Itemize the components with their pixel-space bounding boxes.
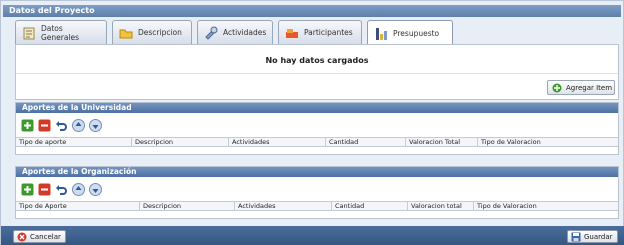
add-item-button[interactable]: Agregar Item bbox=[547, 80, 615, 95]
column-header: Tipo de Valoracion bbox=[477, 202, 537, 210]
column-header: Actividades bbox=[229, 138, 326, 146]
tab-participantes[interactable]: Participantes bbox=[278, 20, 362, 44]
cancel-button[interactable]: Cancelar bbox=[13, 230, 66, 243]
tab-actividades[interactable]: Actividades bbox=[197, 20, 273, 44]
tab-bar: Datos Generales Descripcion Actividades … bbox=[15, 20, 458, 46]
undo-icon[interactable] bbox=[54, 118, 68, 132]
section-toolbar bbox=[16, 177, 618, 201]
section-aportes-organizacion: Aportes de la Organización Tipo de Aport… bbox=[15, 166, 619, 219]
delete-row-icon[interactable] bbox=[37, 182, 51, 196]
save-icon bbox=[571, 232, 581, 241]
tab-label: Presupuesto bbox=[393, 29, 440, 38]
undo-icon[interactable] bbox=[54, 182, 68, 196]
tab-presupuesto[interactable]: Presupuesto bbox=[367, 20, 453, 46]
move-down-icon[interactable] bbox=[88, 182, 102, 196]
column-header: Valoracion total bbox=[408, 202, 474, 210]
save-label: Guardar bbox=[584, 232, 613, 241]
tab-label: Actividades bbox=[223, 28, 267, 37]
tab-descripcion[interactable]: Descripcion bbox=[112, 20, 192, 44]
section-title: Aportes de la Universidad bbox=[16, 103, 618, 113]
tab-label: Participantes bbox=[304, 28, 353, 37]
cancel-icon bbox=[17, 232, 27, 241]
budget-icon bbox=[376, 27, 387, 40]
no-data-message: No hay datos cargados bbox=[265, 56, 369, 65]
column-header: Descripcion bbox=[132, 138, 229, 146]
add-item-label: Agregar Item bbox=[566, 83, 613, 92]
add-row-icon[interactable] bbox=[20, 118, 34, 132]
tab-content: No hay datos cargados bbox=[15, 44, 619, 100]
folder-icon bbox=[119, 29, 133, 38]
column-header: Actividades bbox=[235, 202, 332, 210]
column-header: Tipo de Valoracion bbox=[481, 138, 541, 146]
section-toolbar bbox=[16, 113, 618, 137]
move-down-icon[interactable] bbox=[88, 118, 102, 132]
tools-icon bbox=[205, 26, 218, 40]
section-title: Aportes de la Organización bbox=[16, 167, 618, 177]
footer-bar: Cancelar Guardar bbox=[1, 226, 624, 245]
tab-datos-generales[interactable]: Datos Generales bbox=[15, 20, 107, 44]
notepad-icon bbox=[23, 27, 35, 39]
column-header: Valoracion Total bbox=[406, 138, 478, 146]
tab-label: Descripcion bbox=[138, 28, 182, 37]
panel-title: Datos del Proyecto bbox=[3, 5, 621, 17]
column-header: Cantidad bbox=[326, 138, 406, 146]
save-button[interactable]: Guardar bbox=[567, 230, 618, 243]
add-row-icon[interactable] bbox=[20, 182, 34, 196]
add-circle-icon bbox=[552, 83, 562, 92]
table-header: Tipo de aporte Descripcion Actividades C… bbox=[16, 137, 618, 147]
people-icon bbox=[286, 28, 298, 38]
column-header: Tipo de Aporte bbox=[16, 202, 140, 210]
project-panel: Datos del Proyecto Datos Generales Descr… bbox=[0, 0, 624, 245]
divider bbox=[16, 73, 618, 74]
section-aportes-universidad: Aportes de la Universidad Tipo de aporte… bbox=[15, 102, 619, 155]
table-header: Tipo de Aporte Descripcion Actividades C… bbox=[16, 201, 618, 211]
move-up-icon[interactable] bbox=[71, 182, 85, 196]
move-up-icon[interactable] bbox=[71, 118, 85, 132]
tab-label: Datos Generales bbox=[41, 23, 80, 42]
cancel-label: Cancelar bbox=[30, 232, 61, 241]
column-header: Descripcion bbox=[140, 202, 235, 210]
delete-row-icon[interactable] bbox=[37, 118, 51, 132]
column-header: Cantidad bbox=[332, 202, 408, 210]
column-header: Tipo de aporte bbox=[16, 138, 132, 146]
